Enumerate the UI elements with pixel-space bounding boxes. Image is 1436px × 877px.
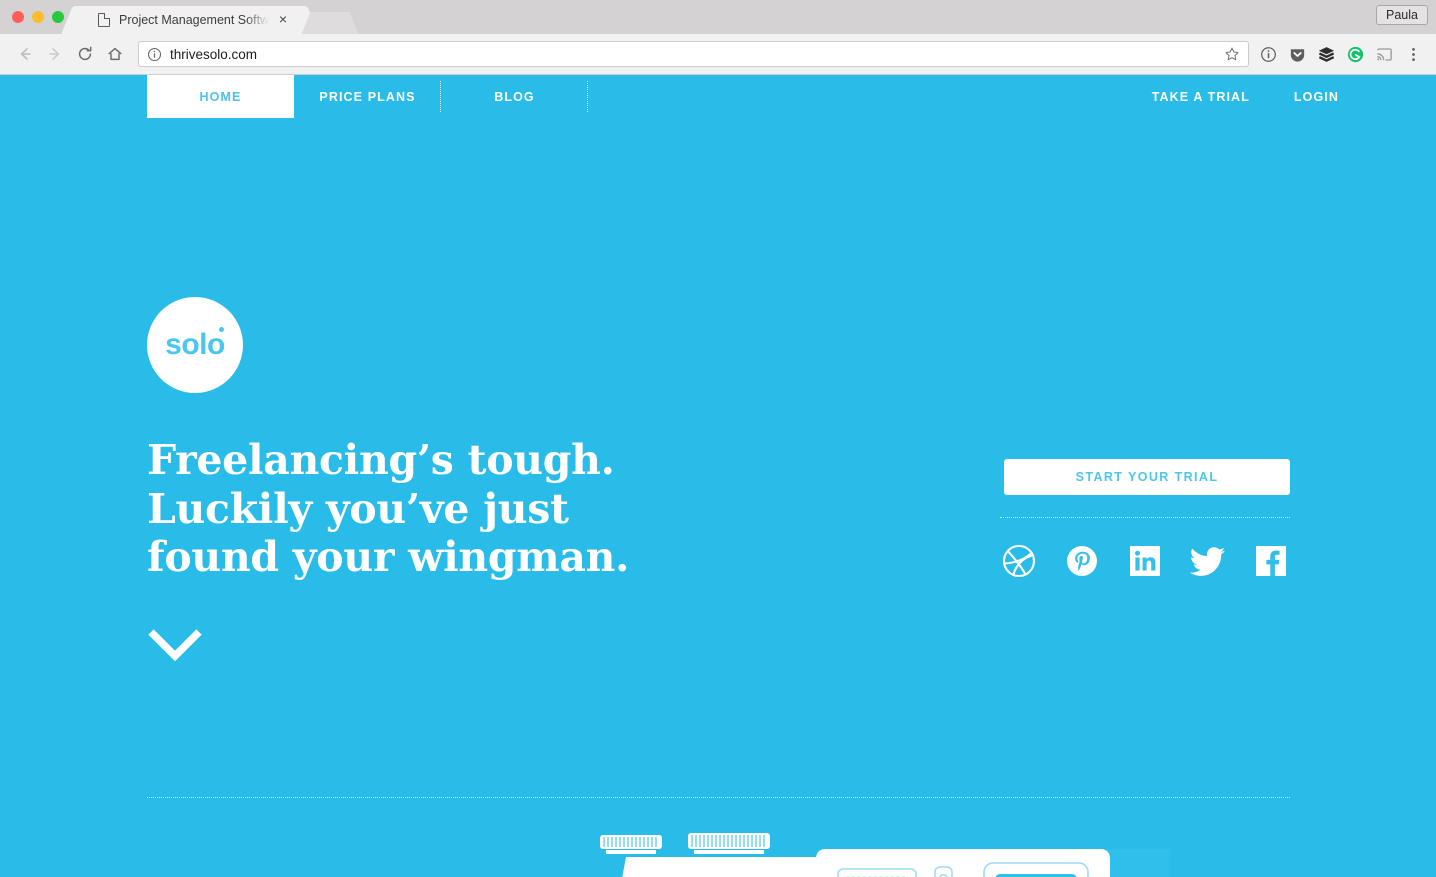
close-tab-button[interactable]: × xyxy=(276,12,290,26)
page-title: Freelancing’s tough. Luckily you’ve just… xyxy=(147,436,630,581)
pinterest-icon[interactable] xyxy=(1063,542,1101,580)
browser-tab[interactable]: Project Management Software × xyxy=(76,6,304,34)
solo-logo[interactable]: solo xyxy=(147,297,243,393)
chevron-down-icon[interactable] xyxy=(147,626,203,666)
section-divider xyxy=(147,797,1290,798)
extension-toolbar xyxy=(1255,41,1426,67)
browser-window: Project Management Software × Paula thri… xyxy=(0,0,1436,877)
site-navigation: HOME PRICE PLANS BLOG TAKE A TRIAL LOGIN xyxy=(0,75,1436,120)
star-icon[interactable] xyxy=(1224,46,1240,67)
reload-button[interactable] xyxy=(70,39,100,69)
new-tab-button[interactable] xyxy=(312,12,348,34)
url-text: thrivesolo.com xyxy=(170,46,258,62)
hero-content: solo Freelancing’s tough. Luckily you’ve… xyxy=(147,118,1290,877)
pocket-extension-icon[interactable] xyxy=(1284,41,1310,67)
buffer-layers-extension-icon[interactable] xyxy=(1313,41,1339,67)
nav-item-home[interactable]: HOME xyxy=(147,75,294,118)
forward-button[interactable] xyxy=(40,39,70,69)
chrome-menu-icon[interactable] xyxy=(1400,41,1426,67)
nav-item-login[interactable]: LOGIN xyxy=(1272,75,1361,118)
cast-icon[interactable] xyxy=(1371,41,1397,67)
dribbble-icon[interactable] xyxy=(1000,542,1038,580)
window-traffic-lights xyxy=(12,11,64,23)
page-icon xyxy=(98,13,110,27)
facebook-icon[interactable] xyxy=(1252,542,1290,580)
secondary-nav: TAKE A TRIAL LOGIN xyxy=(1130,75,1361,118)
address-bar[interactable]: thrivesolo.com xyxy=(138,41,1249,67)
minimize-window-button[interactable] xyxy=(32,11,44,23)
back-button[interactable] xyxy=(10,39,40,69)
nav-item-take-a-trial[interactable]: TAKE A TRIAL xyxy=(1130,75,1272,118)
primary-nav: HOME PRICE PLANS BLOG xyxy=(147,75,588,118)
browser-tab-strip: Project Management Software × Paula xyxy=(0,0,1436,34)
hero-section: solo Freelancing’s tough. Luckily you’ve… xyxy=(0,118,1436,877)
maximize-window-button[interactable] xyxy=(52,11,64,23)
grammarly-extension-icon[interactable] xyxy=(1342,41,1368,67)
tab-title: Project Management Software xyxy=(119,13,269,27)
info-circle-extension-icon[interactable] xyxy=(1255,41,1281,67)
desk-illustration xyxy=(580,831,1170,877)
browser-toolbar: thrivesolo.com xyxy=(0,34,1436,75)
solo-logo-wordmark: solo xyxy=(165,328,225,361)
profile-button[interactable]: Paula xyxy=(1376,5,1428,25)
home-button[interactable] xyxy=(100,39,130,69)
nav-item-blog[interactable]: BLOG xyxy=(441,75,588,118)
solo-logo-text: solo xyxy=(165,327,225,361)
close-window-button[interactable] xyxy=(12,11,24,23)
start-trial-button[interactable]: START YOUR TRIAL xyxy=(1004,459,1290,495)
nav-item-price-plans[interactable]: PRICE PLANS xyxy=(294,75,441,118)
social-links xyxy=(1000,517,1290,580)
info-circle-icon[interactable] xyxy=(147,47,162,62)
twitter-icon[interactable] xyxy=(1189,542,1227,580)
solo-logo-dot xyxy=(218,327,224,332)
linkedin-icon[interactable] xyxy=(1126,542,1164,580)
